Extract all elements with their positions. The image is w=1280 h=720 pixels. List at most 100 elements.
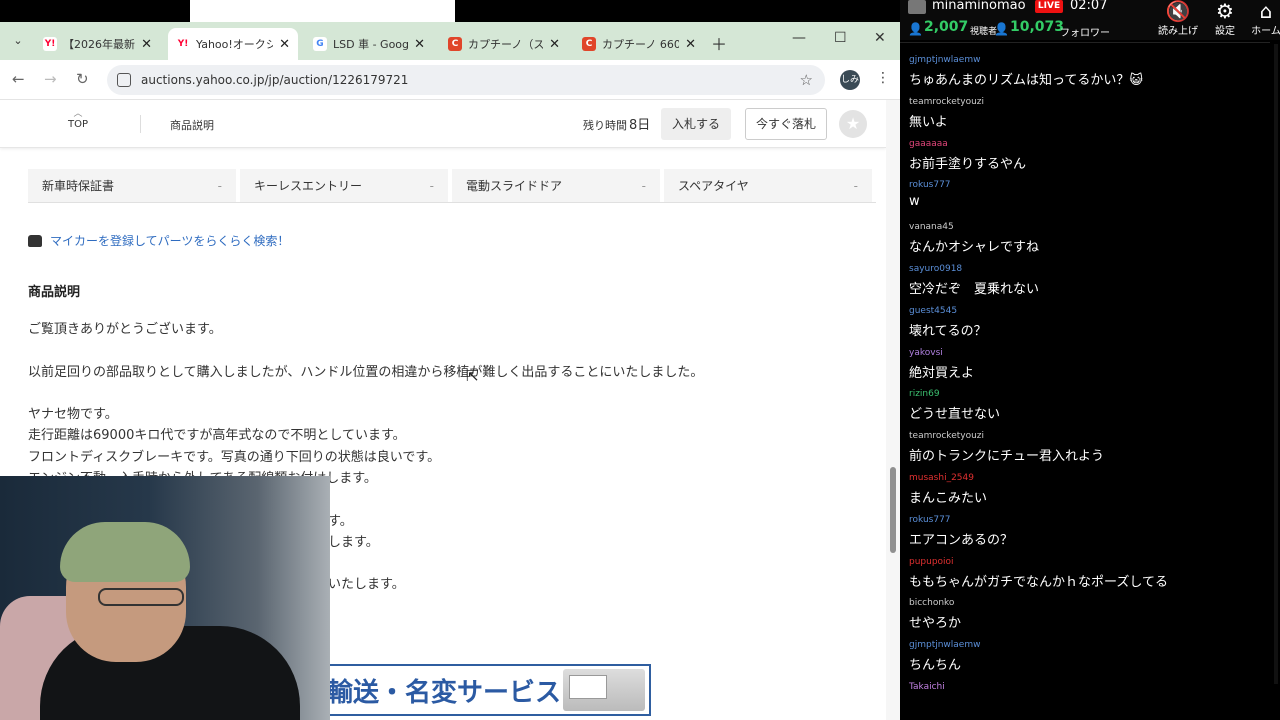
chat-message: guest4545 壊れてるの？ [909,306,1269,339]
chevron-up-icon: ︿ [73,109,83,119]
address-bar: ← → ↻ auctions.yahoo.co.jp/jp/auction/12… [0,60,900,100]
description-line: ご覧頂きありがとうございます。 [28,322,222,337]
chat-username[interactable]: yakovsi [909,348,1269,359]
buy-now-button[interactable]: 今すぐ落札 [745,108,827,140]
page-scrollbar[interactable] [886,100,900,720]
control-label: 読み上げ [1158,26,1198,37]
tab-yahoo-auction[interactable]: Y! Yahoo!オークショ ✕ [168,28,298,60]
chat-username[interactable]: rizin69 [909,389,1269,400]
close-tab-icon[interactable]: ✕ [414,37,425,52]
close-tab-icon[interactable]: ✕ [549,37,560,52]
chat-username[interactable]: teamrocketyouzi [909,431,1269,442]
close-window-icon[interactable]: ✕ [874,30,886,46]
chat-text: 絶対買えよ [909,365,975,381]
home-icon: ⌂ [1259,0,1273,23]
chat-username[interactable]: teamrocketyouzi [909,97,1269,108]
back-icon[interactable]: ← [12,70,25,88]
tab-bar: ⌄ Y! 【2026年最新】Y ✕ Y! Yahoo!オークショ ✕ G LSD… [0,22,900,60]
description-line: します。 [328,535,379,550]
sticky-header: ︿ TOP 商品説明 残り時間 8日 入札する 今すぐ落札 ★ [0,100,886,148]
follower-icon: 👤 [994,22,1009,36]
tab-cappuccino-1[interactable]: C カプチーノ（スズ ✕ [440,28,568,60]
stream-capture: { "browser": { "tabs": [ {"title": "【202… [0,0,1280,720]
webcam-overlay [0,476,330,720]
person-hair-shape [60,522,190,582]
chat-username[interactable]: vanana45 [909,222,1269,233]
yahoo-favicon-icon: Y! [176,37,190,51]
chat-username[interactable]: sayuro0918 [909,264,1269,275]
chat-username[interactable]: rokus777 [909,180,1269,191]
chat-username[interactable]: bicchonko [909,598,1269,609]
description-line: ヤナセ物です。 [28,407,118,422]
close-tab-icon[interactable]: ✕ [141,37,152,52]
url-input[interactable]: auctions.yahoo.co.jp/jp/auction/12261797… [107,65,825,95]
forward-icon[interactable]: → [44,70,57,88]
bid-button[interactable]: 入札する [661,108,731,140]
profile-avatar[interactable]: しみ [840,70,860,90]
viewer-count: 2,007 [924,19,969,35]
stream-panel: minaminomao LIVE 02:07 👤 2,007 視聴者 👤 10,… [900,0,1280,720]
transport-service-banner[interactable]: 輸送・名変サービス [327,664,651,716]
top-link[interactable]: ︿ TOP [66,109,90,131]
chat-username[interactable]: gjmptjnwlaemw [909,55,1269,66]
remaining-time-label: 残り時間 [583,119,627,132]
watch-star-icon[interactable]: ★ [839,110,867,138]
tab-title: 【2026年最新】Y [63,38,135,51]
chat-username[interactable]: pupupoioi [909,557,1269,568]
mycar-link[interactable]: マイカーを登録してパーツをらくらく検索！ [28,232,289,249]
chat-username[interactable]: guest4545 [909,306,1269,317]
chat-text: w [909,194,920,210]
tab-title: LSD 車 - Googl [333,38,409,51]
chat-message: Takaichi [909,682,1269,696]
menu-dots-icon[interactable]: ⋮ [876,70,890,86]
close-tab-icon[interactable]: ✕ [685,37,696,52]
feature-cell: スペアタイヤ - [664,169,876,202]
speaker-mute-icon: 🔇 [1165,0,1191,23]
chat-scrollbar[interactable] [1274,44,1278,684]
chat-username[interactable]: rokus777 [909,515,1269,526]
chat-text: 空冷だぞ 夏乗れない [909,282,1040,297]
chat-text: エアコンあるの？ [909,532,1014,548]
feature-cell: 電動スライドドア - [452,169,664,202]
description-line: 以前足回りの部品取りとして購入しましたが、ハンドル位置の相違から移植が難しく出品… [28,365,704,380]
site-favicon-icon: C [582,37,596,51]
chat-text: せやろか [909,616,962,632]
top-strip [190,0,455,22]
home-button[interactable]: ⌂ ホーム [1244,0,1280,37]
reload-icon[interactable]: ↻ [76,70,89,88]
feature-cell: 新車時保証書 - [28,169,240,202]
mycar-link-text: マイカーを登録してパーツをらくらく検索！ [50,234,290,248]
tab-cappuccino-2[interactable]: C カプチーノ 660 5M ✕ [574,28,704,60]
chat-username[interactable]: gaaaaaa [909,139,1269,150]
elapsed-time: 02:07 [1070,0,1108,13]
scrollbar-thumb[interactable] [890,467,896,553]
tab-yahoo-search[interactable]: Y! 【2026年最新】Y ✕ [35,28,160,60]
chat-list[interactable]: gjmptjnwlaemw ちゅあんまのリズムは知ってるかい？😺 teamrocke… [900,42,1270,720]
streamer-avatar [908,0,926,14]
chat-text: 前のトランクにチュー君入れよう [909,449,1105,465]
tab-google-lsd[interactable]: G LSD 車 - Googl ✕ [305,28,433,60]
streamer-name: minaminomao [932,0,1026,13]
minimize-icon[interactable]: — [792,30,806,46]
new-tab-icon[interactable]: ＋ [711,31,727,55]
chat-text: 壊れてるの？ [909,323,987,339]
maximize-icon[interactable]: ☐ [834,30,847,46]
chat-username[interactable]: musashi_2549 [909,473,1269,484]
tab-search-chevron-icon[interactable]: ⌄ [7,31,29,51]
chat-message: rokus777 エアコンあるの？ [909,515,1269,548]
chat-message: teamrocketyouzi 無いよ [909,97,1269,130]
feature-name: キーレスエントリー [254,179,363,193]
chat-username[interactable]: Takaichi [909,682,1269,693]
chat-message: gjmptjnwlaemw ちんちん [909,640,1269,673]
read-aloud-button[interactable]: 🔇 読み上げ [1156,0,1200,37]
close-tab-icon[interactable]: ✕ [279,37,290,52]
bookmark-star-icon[interactable]: ☆ [800,71,813,89]
gear-icon: ⚙ [1216,0,1234,23]
settings-button[interactable]: ⚙ 設定 [1203,0,1247,37]
viewer-label: 視聴者 [970,27,998,37]
site-info-icon[interactable] [117,73,131,87]
chat-message: pupupoioi ももちゃんがガチでなんかｈなポーズしてる [909,557,1269,590]
tab-title: Yahoo!オークショ [196,38,274,51]
chat-username[interactable]: gjmptjnwlaemw [909,640,1269,651]
description-link[interactable]: 商品説明 [170,117,214,133]
